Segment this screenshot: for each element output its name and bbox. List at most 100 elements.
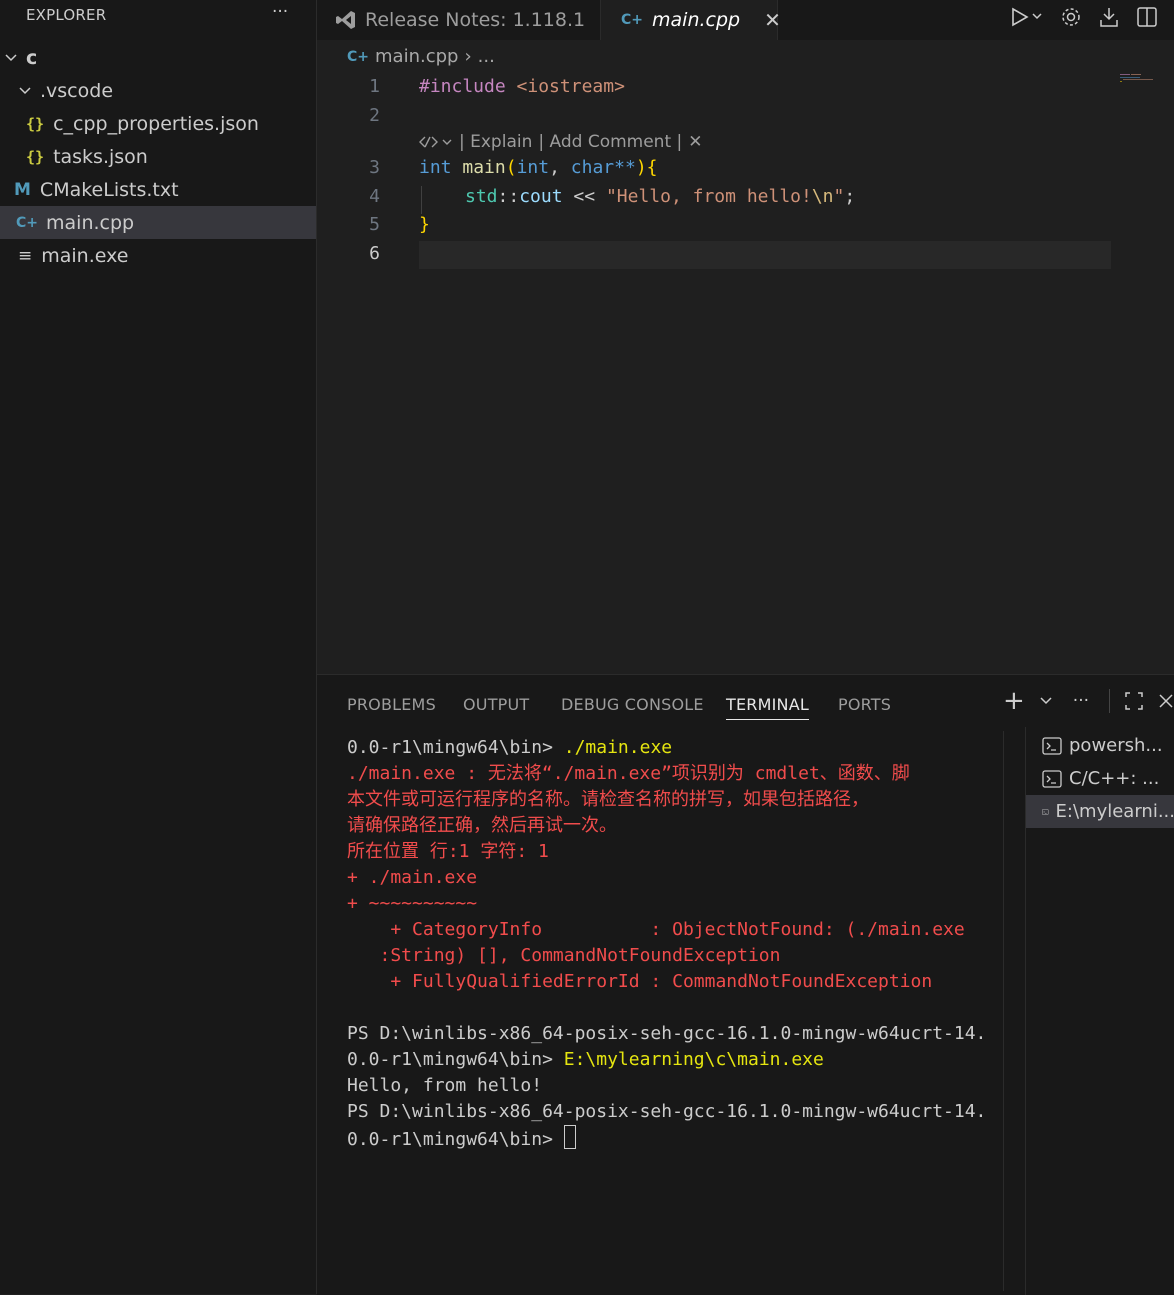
terminal-item-mylearning[interactable]: E:\mylearni... <box>1026 795 1174 828</box>
codelens-close-icon[interactable]: ✕ <box>688 132 702 152</box>
cpp-icon: C+ <box>347 48 370 65</box>
tab-release-notes[interactable]: Release Notes: 1.118.1 <box>317 0 601 40</box>
code-line-5[interactable]: } <box>419 214 430 235</box>
tree-folder-root[interactable]: c <box>0 41 316 74</box>
line-number: 2 <box>369 105 380 126</box>
terminal-program-output: Hello, from hello! <box>347 1075 543 1096</box>
breadcrumb: C+ main.cpp › ... <box>347 46 495 67</box>
editor-tab-bar: Release Notes: 1.118.1 C+ main.cpp ✕ <box>317 0 1174 40</box>
terminal-item-powershell[interactable]: powersh... <box>1026 729 1174 762</box>
tab-label: Release Notes: 1.118.1 <box>365 9 586 31</box>
terminal-item-cpp[interactable]: C/C++: ... <box>1026 762 1174 795</box>
cmake-file-icon: M <box>14 179 31 200</box>
indent-guide <box>421 186 422 214</box>
codelens-bar: | Explain | Add Comment | ✕ <box>419 132 703 152</box>
line-number-active: 6 <box>369 243 380 264</box>
tree-file-cmakelists[interactable]: M CMakeLists.txt <box>0 173 316 206</box>
tab-label: main.cpp <box>652 9 741 31</box>
explorer-sidebar: EXPLORER ··· c .vscode {} c_cpp_properti… <box>0 0 317 1294</box>
tree-file-c-cpp-properties[interactable]: {} c_cpp_properties.json <box>0 107 316 140</box>
cpp-file-icon: C+ <box>16 214 39 231</box>
terminal-prompt: 0.0-r1\mingw64\bin> <box>347 1129 564 1150</box>
bottom-panel: PROBLEMS OUTPUT DEBUG CONSOLE TERMINAL P… <box>317 674 1174 1295</box>
close-panel-icon[interactable] <box>1158 693 1174 709</box>
download-icon[interactable] <box>1098 6 1120 28</box>
terminal-icon <box>1042 808 1049 815</box>
codelens-explain[interactable]: | Explain <box>459 132 532 152</box>
token-variable: cout <box>519 186 563 207</box>
token-keyword: int <box>516 157 550 178</box>
terminal-error-line: + ./main.exe <box>347 867 478 888</box>
minimap[interactable] <box>1120 74 1160 82</box>
breadcrumb-rest[interactable]: ... <box>478 46 495 67</box>
tab-ports[interactable]: PORTS <box>838 695 891 714</box>
close-icon[interactable]: ✕ <box>764 8 781 32</box>
terminal-icon <box>1042 736 1062 755</box>
terminal-command: ./main.exe <box>563 737 673 758</box>
tab-terminal[interactable]: TERMINAL <box>726 695 809 720</box>
token-punct: ; <box>844 186 856 207</box>
breadcrumb-separator: › <box>464 46 472 67</box>
line-number: 1 <box>369 76 380 97</box>
token-punct: , <box>549 157 571 178</box>
cpp-icon: C+ <box>621 12 644 28</box>
terminal-output[interactable]: 0.0-r1\mingw64\bin> ./main.exe ./main.ex… <box>347 735 986 1153</box>
code-line-4[interactable]: std::cout << "Hello, from hello!\n"; <box>465 186 855 207</box>
run-icon[interactable] <box>1010 6 1044 28</box>
terminal-error-line: + ~~~~~~~~~~ <box>347 893 478 914</box>
tree-label: main.cpp <box>46 211 135 234</box>
terminal-error-line: 请确保路径正确，然后再试一次。 <box>347 815 617 836</box>
token-paren: ) <box>635 157 647 178</box>
split-editor-icon[interactable] <box>1136 6 1158 28</box>
tree-file-tasks[interactable]: {} tasks.json <box>0 140 316 173</box>
explorer-title: EXPLORER <box>26 6 107 24</box>
line-number: 4 <box>369 186 380 207</box>
token-brace: { <box>646 157 658 178</box>
codelens-add-comment[interactable]: | Add Comment | <box>538 132 682 152</box>
terminal-error-line: 所在位置 行:1 字符: 1 <box>347 841 549 862</box>
terminal-error-line: 本文件或可运行程序的名称。请检查名称的拼写，如果包括路径， <box>347 789 869 810</box>
tree-file-main-exe[interactable]: ≡ main.exe <box>0 239 316 272</box>
divider <box>1109 689 1111 713</box>
terminal-prompt: 0.0-r1\mingw64\bin> <box>347 1049 564 1070</box>
maximize-panel-icon[interactable] <box>1124 691 1144 711</box>
terminal-command: E:\mylearning\c\main.exe <box>563 1049 824 1070</box>
line-number: 3 <box>369 157 380 178</box>
code-line-3[interactable]: int main(int, char**){ <box>419 157 658 178</box>
tree-label: tasks.json <box>53 145 148 168</box>
token-keyword: int <box>419 157 452 178</box>
terminal-error-line: + CategoryInfo : ObjectNotFound: (./main… <box>347 919 965 940</box>
token-function: main <box>462 157 506 178</box>
token-brace: } <box>419 214 430 235</box>
line-number: 5 <box>369 214 380 235</box>
new-terminal-icon[interactable]: + <box>1003 688 1025 714</box>
copilot-code-icon[interactable] <box>419 134 453 150</box>
code-line-1[interactable]: #include <iostream> <box>419 76 625 97</box>
breadcrumb-file[interactable]: main.cpp <box>375 46 458 67</box>
tab-output[interactable]: OUTPUT <box>463 695 529 714</box>
gear-icon[interactable] <box>1060 6 1082 28</box>
editor-actions <box>1010 6 1158 28</box>
terminal-cursor <box>563 1125 576 1149</box>
json-file-icon: {} <box>26 147 45 166</box>
terminal-ps-line: PS D:\winlibs-x86_64-posix-seh-gcc-16.1.… <box>347 1101 987 1122</box>
tab-problems[interactable]: PROBLEMS <box>347 695 436 714</box>
tab-debug-console[interactable]: DEBUG CONSOLE <box>561 695 704 714</box>
vscode-icon <box>336 11 355 29</box>
chevron-down-icon[interactable] <box>1039 694 1053 708</box>
tree-file-main-cpp[interactable]: C+ main.cpp <box>0 206 316 239</box>
terminal-prompt: 0.0-r1\mingw64\bin> <box>347 737 564 758</box>
terminal-list: powersh... C/C++: ... E:\mylearni... <box>1025 727 1174 1295</box>
tree-label: c_cpp_properties.json <box>53 112 259 135</box>
chevron-down-icon <box>19 86 31 94</box>
json-file-icon: {} <box>26 114 45 133</box>
token-operator: << <box>573 186 596 207</box>
explorer-more-icon[interactable]: ··· <box>272 2 288 22</box>
tree-label: c <box>26 46 38 69</box>
chevron-down-icon <box>5 53 17 61</box>
terminal-scrollbar[interactable] <box>1003 731 1016 1291</box>
more-actions-icon[interactable]: ··· <box>1073 691 1089 711</box>
tab-main-cpp[interactable]: C+ main.cpp ✕ <box>601 0 781 40</box>
token-paren: ( <box>505 157 517 178</box>
tree-folder-vscode[interactable]: .vscode <box>0 74 316 107</box>
